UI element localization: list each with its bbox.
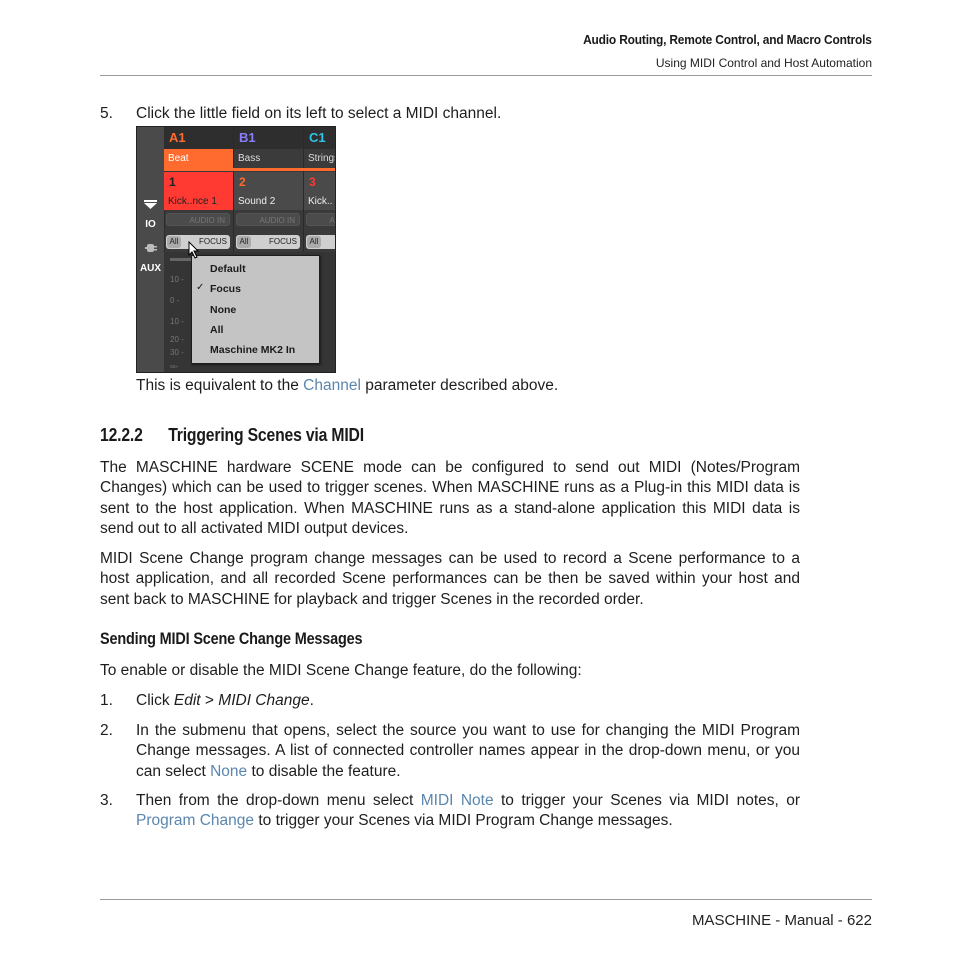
step-3: Then from the drop-down menu select MIDI… [136, 791, 800, 832]
sound-number: 2 [239, 175, 246, 189]
step-text: . [309, 692, 314, 709]
menu-item-maschine-mk2-in[interactable]: Maschine MK2 In [210, 344, 295, 356]
step-text: Then from the drop-down menu select [136, 792, 421, 809]
sidebar-strip: IO AUX [137, 127, 165, 372]
caption-text: This is equivalent to the [136, 377, 304, 394]
collapse-arrow-icon[interactable] [144, 197, 157, 209]
aux-label[interactable]: AUX [137, 263, 164, 274]
step-text: Click [136, 692, 174, 709]
audio-in-knob[interactable]: AUDIO IN [166, 213, 230, 226]
audio-in-label: AUDIO IN [329, 216, 335, 225]
midi-channel-dropdown: Default ✓ Focus None All Maschine MK2 In [191, 255, 320, 364]
sound-slot[interactable]: 3 Kick.. [304, 172, 335, 210]
menu-item-all[interactable]: All [210, 324, 223, 336]
step-number: 1. [100, 692, 113, 709]
step-text: to trigger your Scenes via MIDI notes, o… [493, 792, 801, 809]
chapter-title: Audio Routing, Remote Control, and Macro… [583, 32, 872, 47]
menu-item-focus[interactable]: Focus [210, 283, 241, 295]
section-running-title: Using MIDI Control and Host Automation [655, 56, 872, 70]
sound-name: Kick.. [308, 196, 333, 207]
step-text: Click the little field on its left to se… [136, 105, 502, 122]
channel-all-field[interactable]: All [237, 236, 251, 248]
none-link[interactable]: None [210, 763, 247, 780]
footer-divider [100, 899, 872, 900]
meter-tick: 0 - [170, 296, 180, 305]
meter-tick: 10 - [170, 317, 184, 326]
paragraph: MIDI Scene Change program change message… [100, 550, 800, 608]
group-name[interactable]: Strings [304, 149, 335, 168]
program-change-link[interactable]: Program Change [136, 812, 254, 829]
audio-in-knob[interactable]: AUDIO IN [306, 213, 335, 226]
midi-channel-selector[interactable]: All FOCUS [236, 235, 300, 249]
step-text: to disable the feature. [247, 762, 401, 780]
header-divider [100, 75, 872, 76]
menu-path-edit: Edit [173, 692, 201, 709]
page-footer: MASCHINE - Manual - 622 [691, 912, 872, 929]
step-2: In the submenu that opens, select the so… [136, 721, 800, 782]
menu-item-none[interactable]: None [210, 304, 236, 316]
section-number: 12.2.2 [100, 424, 143, 445]
meter-tick: ∞- [170, 362, 179, 371]
sound-slot[interactable]: 1 Kick..nce 1 [164, 172, 233, 210]
midi-note-link[interactable]: MIDI Note [421, 792, 494, 809]
group-id[interactable]: B1 [234, 127, 303, 149]
step-text: > [200, 692, 219, 709]
channel-focus-label: FOCUS [199, 237, 227, 246]
meter-tick: 10 - [170, 275, 184, 284]
step-number: 2. [100, 722, 113, 739]
step-number: 3. [100, 792, 113, 809]
plug-icon[interactable] [145, 240, 157, 252]
section-heading: 12.2.2 Triggering Scenes via MIDI [100, 424, 364, 446]
channel-all-field[interactable]: All [167, 236, 181, 248]
meter-tick: 20 - [170, 335, 184, 344]
midi-channel-selector[interactable]: All [306, 235, 335, 249]
audio-in-label: AUDIO IN [259, 216, 295, 225]
step-1: Click Edit > MIDI Change. [136, 691, 314, 711]
subsection-heading: Sending MIDI Scene Change Messages [100, 629, 363, 648]
caption-text: parameter described above. [360, 377, 559, 394]
selected-group-bar [164, 168, 335, 171]
group-name[interactable]: Beat [164, 149, 233, 168]
step-number: 5. [100, 105, 113, 122]
meter-tick: 30 - [170, 348, 184, 357]
sound-slot[interactable]: 2 Sound 2 [234, 172, 303, 210]
sound-number: 3 [309, 175, 316, 189]
paragraph: The MASCHINE hardware SCENE mode can be … [100, 459, 800, 537]
group-id[interactable]: A1 [164, 127, 233, 149]
audio-in-label: AUDIO IN [189, 216, 225, 225]
screenshot-caption: This is equivalent to the Channel parame… [136, 376, 558, 396]
group-id[interactable]: C1 [304, 127, 335, 149]
section-title: Triggering Scenes via MIDI [168, 424, 364, 445]
sound-number: 1 [169, 175, 176, 189]
sound-name: Sound 2 [238, 196, 276, 207]
checkmark-icon: ✓ [196, 282, 205, 293]
group-name[interactable]: Bass [234, 149, 303, 168]
audio-in-knob[interactable]: AUDIO IN [236, 213, 300, 226]
step-text: to trigger your Scenes via MIDI Program … [254, 812, 673, 830]
sound-name: Kick..nce 1 [168, 196, 217, 207]
subsection-intro: To enable or disable the MIDI Scene Chan… [100, 662, 582, 679]
menu-item-default[interactable]: Default [210, 263, 246, 275]
menu-path-midi-change: MIDI Change [218, 692, 310, 709]
channel-link[interactable]: Channel [303, 377, 361, 394]
channel-all-field[interactable]: All [307, 236, 321, 248]
io-label[interactable]: IO [137, 219, 164, 230]
channel-focus-label: FOCUS [269, 237, 297, 246]
